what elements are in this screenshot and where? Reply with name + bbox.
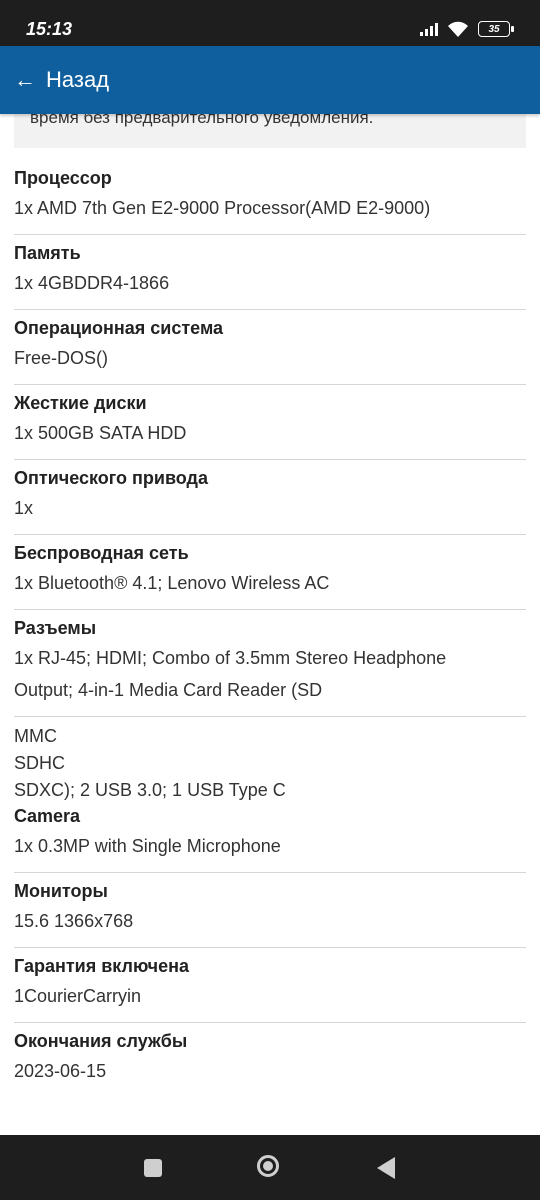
spec-value-line: Output; 4-in-1 Media Card Reader (SD <box>14 680 323 700</box>
spec-row-monitors: Мониторы 15.6 1366x768 <box>14 873 526 948</box>
back-label: Назад <box>46 67 110 92</box>
status-icons: 35 <box>420 20 514 38</box>
circle-icon[interactable] <box>257 1155 279 1177</box>
spec-label: Беспроводная сеть <box>14 543 189 563</box>
ports-continued: MMC SDHC SDXC); 2 USB 3.0; 1 USB Type C <box>14 717 526 804</box>
status-time: 15:13 <box>26 19 73 39</box>
spec-value: 1x AMD 7th Gen E2-9000 Processor(AMD E2-… <box>14 198 431 218</box>
spec-row-ports: Разъемы 1x RJ-45; HDMI; Combo of 3.5mm S… <box>14 610 526 717</box>
spec-label: Жесткие диски <box>14 393 147 413</box>
spec-value: 2023-06-15 <box>14 1061 107 1081</box>
spec-value: 15.6 1366x768 <box>14 911 134 931</box>
spec-label: Мониторы <box>14 881 108 901</box>
spec-value: 1x Bluetooth® 4.1; Lenovo Wireless AC <box>14 573 330 593</box>
spec-value: Free-DOS() <box>14 348 108 368</box>
status-bar: 15:13 35 <box>0 0 540 46</box>
spec-label: Операционная система <box>14 318 224 338</box>
spec-label: Окончания службы <box>14 1031 188 1051</box>
spec-value: 1CourierCarryin <box>14 986 142 1006</box>
square-icon[interactable] <box>144 1159 162 1177</box>
spec-value: 1x 4GBDDR4-1866 <box>14 273 170 293</box>
spec-value: 1x 500GB SATA HDD <box>14 423 187 443</box>
spec-value: 1x 0.3MP with Single Microphone <box>14 836 281 856</box>
spec-row-processor: Процессор 1x AMD 7th Gen E2-9000 Process… <box>14 160 526 235</box>
spec-row-eos: Окончания службы 2023-06-15 <box>14 1023 526 1097</box>
spec-row-memory: Память 1x 4GBDDR4-1866 <box>14 235 526 310</box>
back-button[interactable]: ← Назад <box>14 64 109 96</box>
spec-label: Разъемы <box>14 618 97 638</box>
ports-line: MMC <box>14 726 57 746</box>
spec-label: Память <box>14 243 81 263</box>
battery-level: 35 <box>488 23 500 35</box>
spec-label: Гарантия включена <box>14 956 189 976</box>
battery-icon: 35 <box>478 21 514 37</box>
signal-icon <box>420 22 438 36</box>
spec-row-warranty: Гарантия включена 1CourierCarryin <box>14 948 526 1023</box>
wifi-icon <box>448 21 468 37</box>
arrow-left-icon: ← <box>14 67 36 92</box>
spec-row-optical: Оптического привода 1x <box>14 460 526 535</box>
spec-list: Процессор 1x AMD 7th Gen E2-9000 Process… <box>0 160 540 1097</box>
app-bar: ← Назад <box>0 46 540 114</box>
system-nav-bar <box>0 1135 540 1200</box>
spec-label: Оптического привода <box>14 468 208 488</box>
ports-line: SDXC); 2 USB 3.0; 1 USB Type C <box>14 780 286 800</box>
spec-row-os: Операционная система Free-DOS() <box>14 310 526 385</box>
spec-value-line: 1x RJ-45; HDMI; Combo of 3.5mm Stereo He… <box>14 648 447 668</box>
spec-row-hdd: Жесткие диски 1x 500GB SATA HDD <box>14 385 526 460</box>
ports-line: SDHC <box>14 753 66 773</box>
spec-label: Процессор <box>14 168 112 188</box>
spec-label: Camera <box>14 806 81 826</box>
triangle-back-icon[interactable] <box>377 1157 395 1179</box>
spec-value: 1x <box>14 498 34 518</box>
spec-row-camera: Camera 1x 0.3MP with Single Microphone <box>14 804 526 873</box>
spec-row-wireless: Беспроводная сеть 1x Bluetooth® 4.1; Len… <box>14 535 526 610</box>
